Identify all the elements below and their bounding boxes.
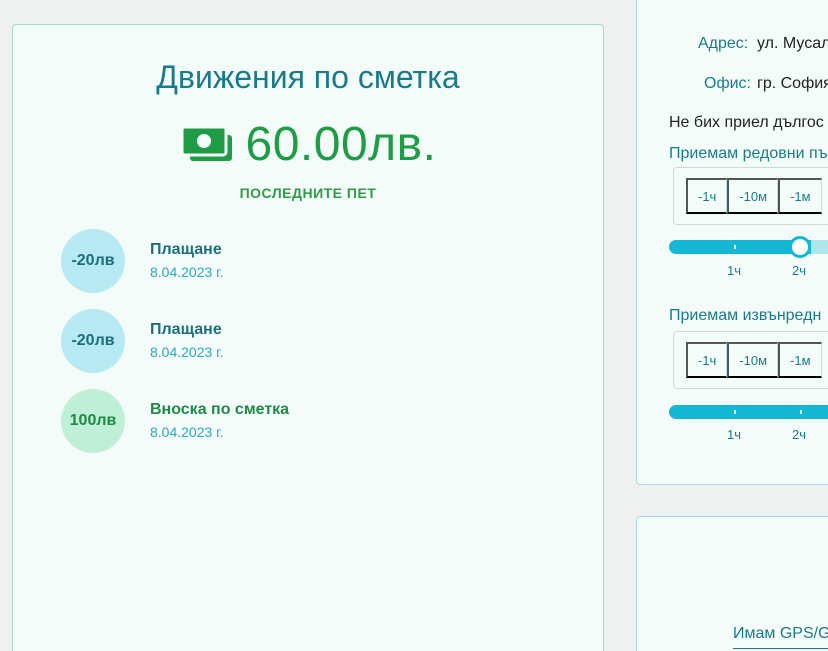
office-value: гр. София [757, 75, 828, 92]
balance-row: 60.00лв. [13, 117, 603, 172]
gps-panel: Имам GPS/G [636, 516, 828, 651]
regular-label: Приемам редовни пъ [669, 145, 828, 162]
slider-tick [734, 245, 736, 249]
amount-badge: -20лв [61, 229, 125, 293]
emergency-label: Приемам извънредн [669, 307, 822, 324]
list-item[interactable]: -20лв Плащане 8.04.2023 г. [61, 229, 461, 293]
amount-badge: 100лв [61, 389, 125, 453]
slider-unfilled [811, 240, 828, 254]
list-item[interactable]: 100лв Вноска по сметка 8.04.2023 г. [61, 389, 461, 453]
minus-1m-button[interactable]: -1м [778, 342, 822, 378]
last-five-label: ПОСЛЕДНИТЕ ПЕТ [239, 185, 377, 201]
minus-1h-button[interactable]: -1ч [686, 342, 728, 378]
transaction-date: 8.04.2023 г. [150, 264, 224, 280]
address-value: ул. Мусал [757, 35, 828, 52]
gps-underline [733, 648, 828, 649]
regular-time-buttons: -1ч -10м -1м [673, 167, 828, 225]
minus-1m-button[interactable]: -1м [778, 178, 822, 214]
transaction-date: 8.04.2023 г. [150, 344, 224, 360]
minus-10m-button[interactable]: -10м [727, 342, 779, 378]
transaction-title: Плащане [150, 321, 222, 338]
transaction-title: Вноска по сметка [150, 401, 290, 418]
office-label: Офис: [704, 75, 751, 92]
transaction-title: Плащане [150, 241, 222, 258]
list-item[interactable]: -20лв Плащане 8.04.2023 г. [61, 309, 461, 373]
regular-slider[interactable] [669, 236, 828, 258]
account-title: Движения по сметка [156, 59, 460, 95]
minus-1h-button[interactable]: -1ч [686, 178, 728, 214]
account-movements-panel: Движения по сметка 60.00лв. ПОСЛЕДНИТЕ П… [12, 24, 604, 651]
money-icon [180, 123, 236, 167]
slider-tick [800, 410, 802, 414]
emergency-time-buttons: -1ч -10м -1м [673, 331, 828, 389]
minus-10m-button[interactable]: -10м [727, 178, 779, 214]
tick-label: 2ч [792, 427, 807, 442]
transaction-date: 8.04.2023 г. [150, 424, 224, 440]
emergency-slider[interactable] [669, 405, 828, 419]
transaction-list: -20лв Плащане 8.04.2023 г. -20лв Плащане… [61, 229, 461, 469]
tick-label: 1ч [727, 427, 742, 442]
slider-thumb[interactable] [789, 236, 811, 258]
tick-label: 2ч [792, 263, 807, 278]
profile-panel: Адрес: ул. Мусал Офис: гр. София Не бих … [636, 0, 828, 485]
amount-badge: -20лв [61, 309, 125, 373]
address-label: Адрес: [698, 35, 749, 52]
note-text: Не бих приел дългос [669, 114, 824, 131]
gps-label[interactable]: Имам GPS/G [733, 625, 828, 643]
tick-label: 1ч [727, 263, 742, 278]
balance-amount: 60.00лв. [245, 118, 437, 171]
slider-tick [734, 410, 736, 414]
